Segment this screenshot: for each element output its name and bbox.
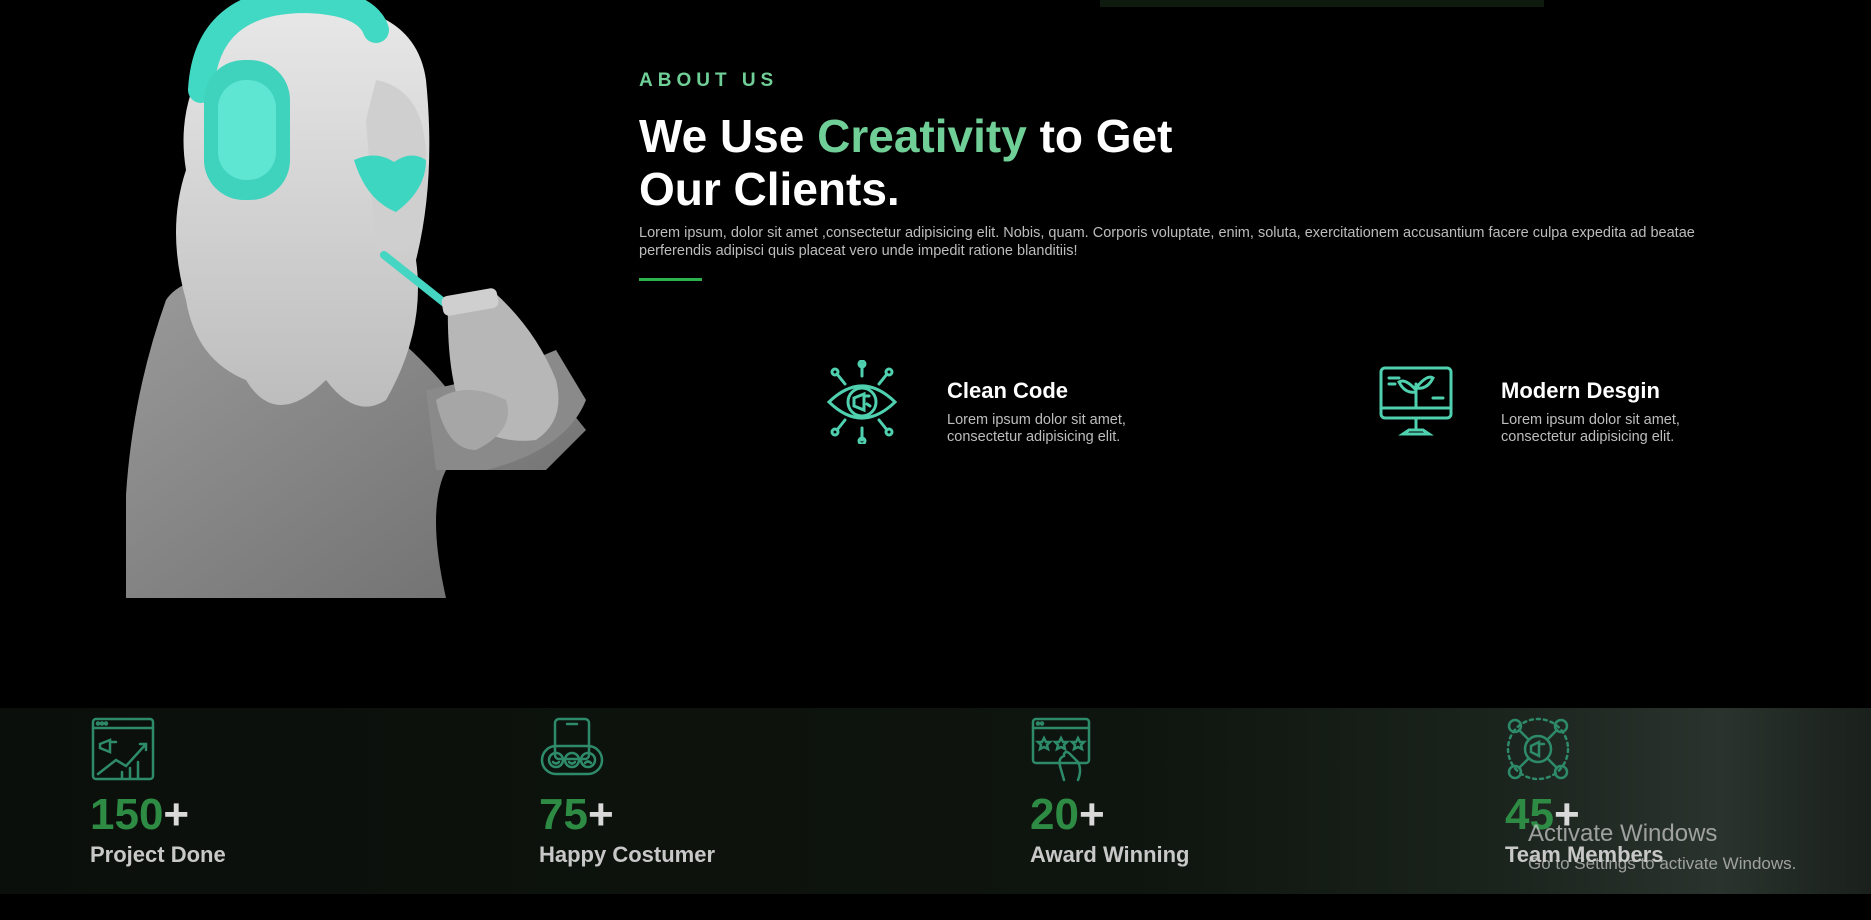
feature-clean-code: Clean Code Lorem ipsum dolor sit amet, c…	[823, 360, 1147, 446]
about-intro-text: Lorem ipsum, dolor sit amet ,consectetur…	[639, 225, 1695, 259]
hero-girl-image	[126, 0, 586, 598]
stat-number: 75+	[539, 790, 614, 839]
eye-megaphone-icon	[826, 360, 898, 444]
stat-number: 150+	[90, 790, 190, 839]
about-section: ABOUT US We Use Creativity to Get Our Cl…	[639, 70, 1699, 281]
feature-description: Lorem ipsum dolor sit amet, consectetur …	[947, 412, 1126, 445]
activate-windows-watermark: Activate Windows Go to Settings to activ…	[1528, 820, 1796, 874]
stat-label: Project Done	[90, 842, 226, 867]
stat-label: Award Winning	[1030, 842, 1190, 867]
headline-accent: Creativity	[817, 110, 1027, 162]
stat-label: Happy Costumer	[539, 842, 716, 867]
stat-happy-customer: 75+ Happy Costumer	[539, 716, 715, 868]
feature-text: Modern Desgin Lorem ipsum dolor sit amet…	[1501, 378, 1701, 446]
monitor-plant-icon	[1379, 366, 1453, 436]
feature-title: Clean Code	[947, 378, 1069, 403]
watermark-subtitle: Go to Settings to activate Windows.	[1528, 854, 1797, 873]
feature-modern-design: Modern Desgin Lorem ipsum dolor sit amet…	[1377, 360, 1701, 446]
network-megaphone-icon	[1506, 717, 1570, 781]
feedback-faces-icon	[540, 717, 604, 776]
headline-prefix: We Use	[639, 110, 805, 162]
page-bottom-edge	[0, 894, 1871, 920]
stat-award-winning: 20+ Award Winning	[1030, 716, 1190, 868]
stat-number: 20+	[1030, 790, 1105, 839]
section-eyebrow: ABOUT US	[639, 70, 779, 91]
section-divider	[639, 278, 702, 281]
stat-project-done: 150+ Project Done	[90, 716, 226, 868]
analytics-chart-icon	[91, 717, 155, 781]
feature-description: Lorem ipsum dolor sit amet, consectetur …	[1501, 412, 1680, 445]
feature-text: Clean Code Lorem ipsum dolor sit amet, c…	[947, 378, 1147, 446]
rating-stars-icon	[1031, 717, 1091, 782]
top-accent-bar	[1100, 0, 1544, 7]
about-headline: We Use Creativity to Get Our Clients.	[639, 110, 1259, 216]
feature-title: Modern Desgin	[1501, 378, 1660, 403]
watermark-title: Activate Windows	[1528, 820, 1718, 847]
